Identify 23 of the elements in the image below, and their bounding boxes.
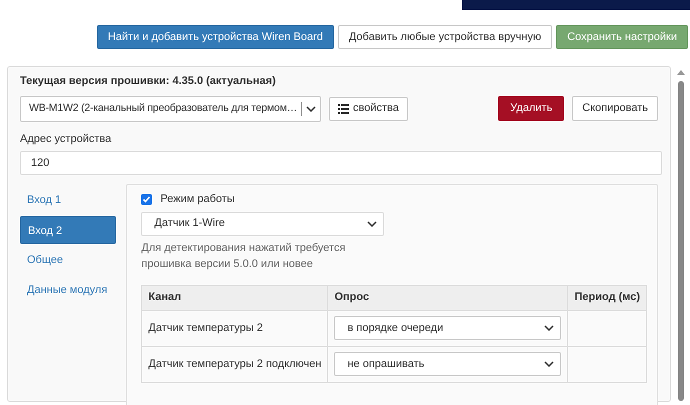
properties-button[interactable]: свойства xyxy=(329,96,408,120)
poll-select[interactable]: не опрашивать xyxy=(334,352,562,376)
sidebar-tab[interactable]: Данные модуля xyxy=(20,276,116,304)
firmware-version: Текущая версия прошивки: 4.35.0 (актуальная) xyxy=(20,74,277,89)
help-text: Для детектирования нажатий требуется прошивка версии 5.0.0 или новее xyxy=(141,240,346,272)
mode-label: Режим работы xyxy=(160,192,235,207)
sidebar-tab[interactable]: Вход 2 xyxy=(20,216,116,244)
table-cell: Датчик температуры 2 подключен xyxy=(142,346,328,382)
toolbar-button[interactable]: Найти и добавить устройства Wiren Board xyxy=(96,25,334,49)
sidebar-tab[interactable]: Вход 1 xyxy=(20,186,116,214)
sidebar-tab[interactable]: Общее xyxy=(20,246,116,274)
column-header: Период (мс) xyxy=(568,285,647,310)
address-field[interactable]: 120 xyxy=(20,151,662,175)
toolbar-button[interactable]: Добавить любые устройства вручную xyxy=(338,25,552,49)
delete-button[interactable]: Удалить xyxy=(498,96,564,121)
copy-button[interactable]: Скопировать xyxy=(572,96,658,121)
device-type-select[interactable]: WB-M1W2 (2-канальный преобразователь для термом… xyxy=(20,96,322,122)
poll-select[interactable]: в порядке очереди xyxy=(334,316,562,340)
table-cell: Датчик температуры 2 xyxy=(142,310,328,346)
mode-select[interactable]: Датчик 1-Wire xyxy=(141,212,384,236)
address-label: Адрес устройства xyxy=(20,132,112,146)
column-header: Опрос xyxy=(328,285,568,310)
column-header: Канал xyxy=(142,285,328,310)
